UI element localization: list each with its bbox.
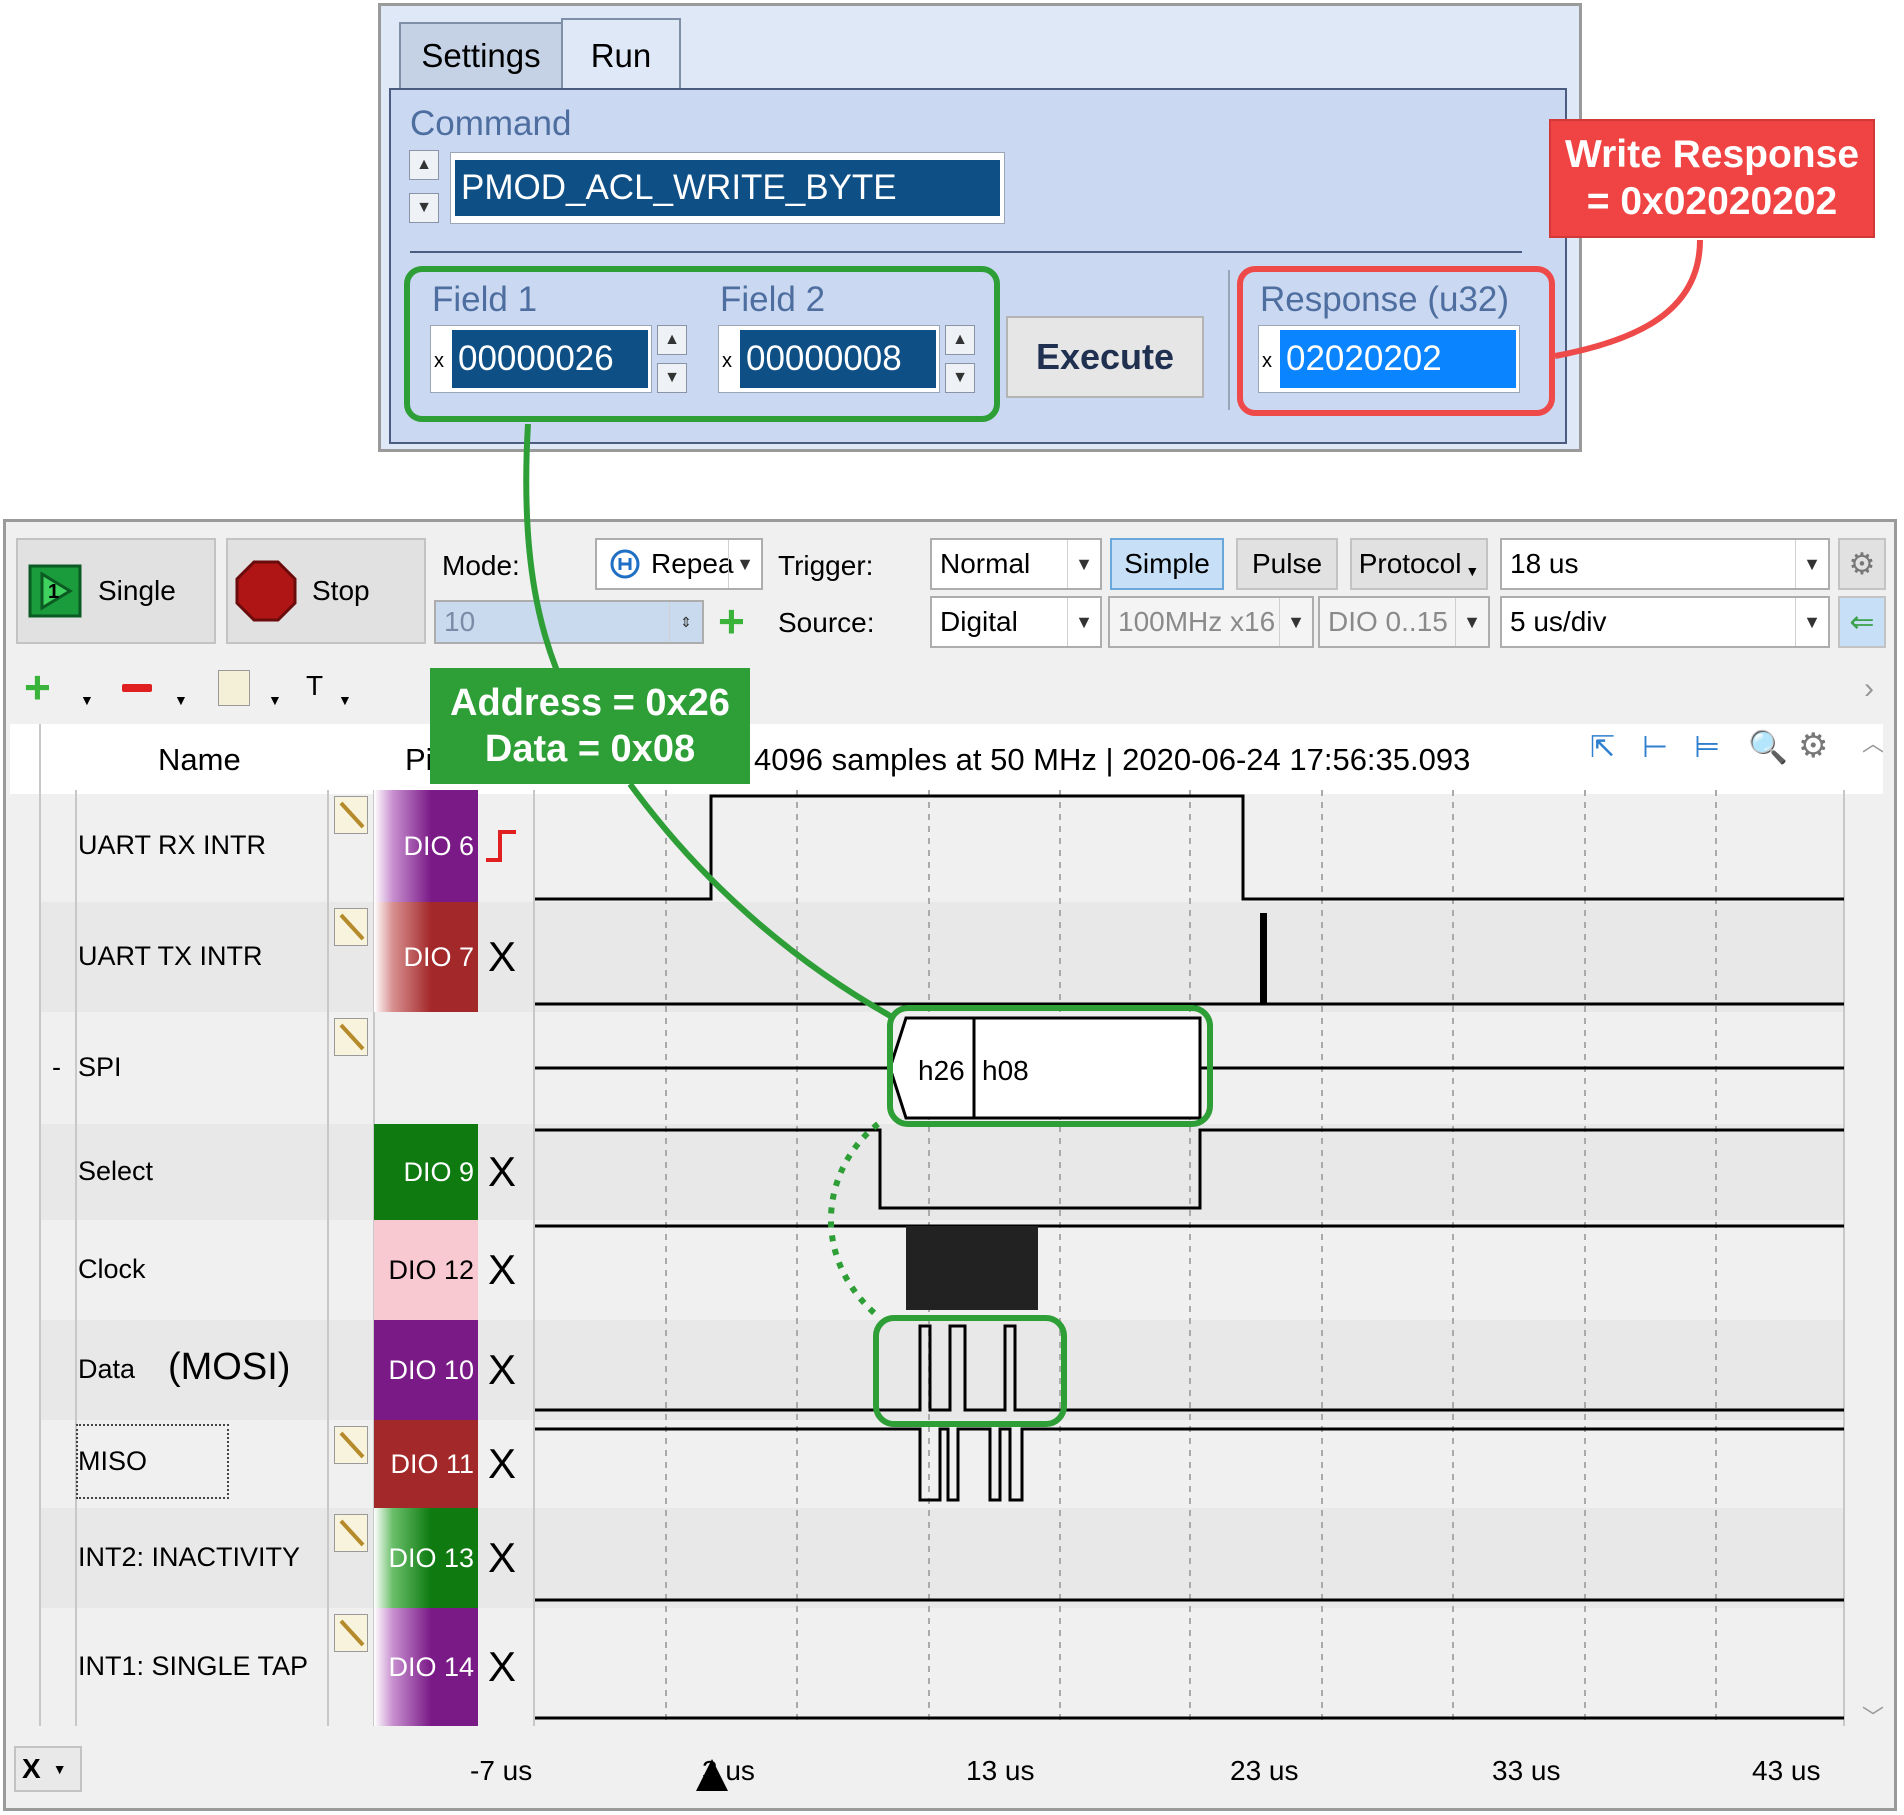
time-axis-tick: 33 us — [1492, 1755, 1561, 1786]
connector-line — [523, 423, 573, 702]
trigger-condition-x[interactable]: X — [480, 1608, 524, 1726]
clock-burst — [906, 1226, 1038, 1310]
channel-name[interactable]: UART TX INTR — [78, 941, 263, 972]
channel-name[interactable]: SPI — [78, 1052, 122, 1083]
edit-channel-icon[interactable] — [334, 1514, 368, 1552]
connector-line — [1554, 239, 1703, 359]
pin-badge: DIO 13 — [374, 1508, 478, 1608]
edit-channel-icon[interactable] — [334, 1614, 368, 1652]
rising-edge-trigger-icon[interactable] — [480, 790, 524, 902]
channel-name[interactable]: MISO — [76, 1424, 230, 1499]
address-line: Address = 0x26 — [450, 681, 730, 724]
x-axis-menu-button[interactable]: X ▼ — [14, 1746, 82, 1792]
mosi-highlight — [873, 1315, 1067, 1427]
edit-channel-icon[interactable] — [334, 1426, 368, 1464]
pin-badge: DIO 10 — [374, 1320, 478, 1420]
trigger-condition-x[interactable]: X — [480, 902, 524, 1012]
pin-badge: DIO 9 — [374, 1124, 478, 1220]
data-line: Data = 0x08 — [484, 728, 696, 770]
trigger-condition-x[interactable]: X — [480, 1508, 524, 1608]
spi-byte-data: h08 — [982, 1055, 1029, 1086]
trigger-position-icon — [696, 1759, 728, 1791]
x-axis-label: X — [22, 1753, 41, 1784]
uart-tx-pulse — [1260, 913, 1267, 1004]
pin-badge: DIO 11 — [374, 1420, 478, 1508]
uart-rx-trace — [535, 794, 1844, 901]
channel-name[interactable]: Clock — [78, 1254, 146, 1285]
time-axis-tick: 13 us — [966, 1755, 1035, 1786]
mosi-annotation: (MOSI) — [168, 1346, 291, 1388]
trigger-condition-empty[interactable] — [480, 1012, 524, 1124]
channel-name[interactable]: UART RX INTR — [78, 830, 266, 861]
trigger-condition-x[interactable]: X — [480, 1124, 524, 1220]
edit-channel-icon[interactable] — [334, 908, 368, 946]
channel-name[interactable]: Select — [78, 1156, 153, 1187]
trigger-condition-x[interactable]: X — [480, 1320, 524, 1420]
pin-badge: DIO 7 — [374, 902, 478, 1012]
pin-badge: DIO 14 — [374, 1608, 478, 1726]
collapse-toggle[interactable]: - — [52, 1052, 61, 1083]
channel-name[interactable]: Data — [78, 1354, 135, 1385]
channel-name[interactable]: INT2: INACTIVITY — [78, 1542, 300, 1573]
edit-channel-icon[interactable] — [334, 796, 368, 834]
trigger-condition-x[interactable]: X — [480, 1220, 524, 1320]
spi-byte-address: h26 — [918, 1055, 965, 1086]
time-axis-tick: -7 us — [470, 1755, 533, 1786]
connector-line — [627, 782, 896, 1021]
channel-name[interactable]: INT1: SINGLE TAP — [78, 1651, 308, 1682]
time-axis-tick: 43 us — [1752, 1755, 1821, 1786]
pin-badge: DIO 12 — [374, 1220, 478, 1320]
dotted-connector — [828, 1121, 882, 1321]
time-axis-tick: 23 us — [1230, 1755, 1299, 1786]
address-data-callout: Address = 0x26 Data = 0x08 — [430, 668, 750, 784]
dropdown-arrow-icon: ▼ — [52, 1761, 67, 1777]
pin-badge: DIO 6 — [374, 790, 478, 902]
edit-channel-icon[interactable] — [334, 1018, 368, 1056]
trigger-condition-x[interactable]: X — [480, 1420, 524, 1508]
